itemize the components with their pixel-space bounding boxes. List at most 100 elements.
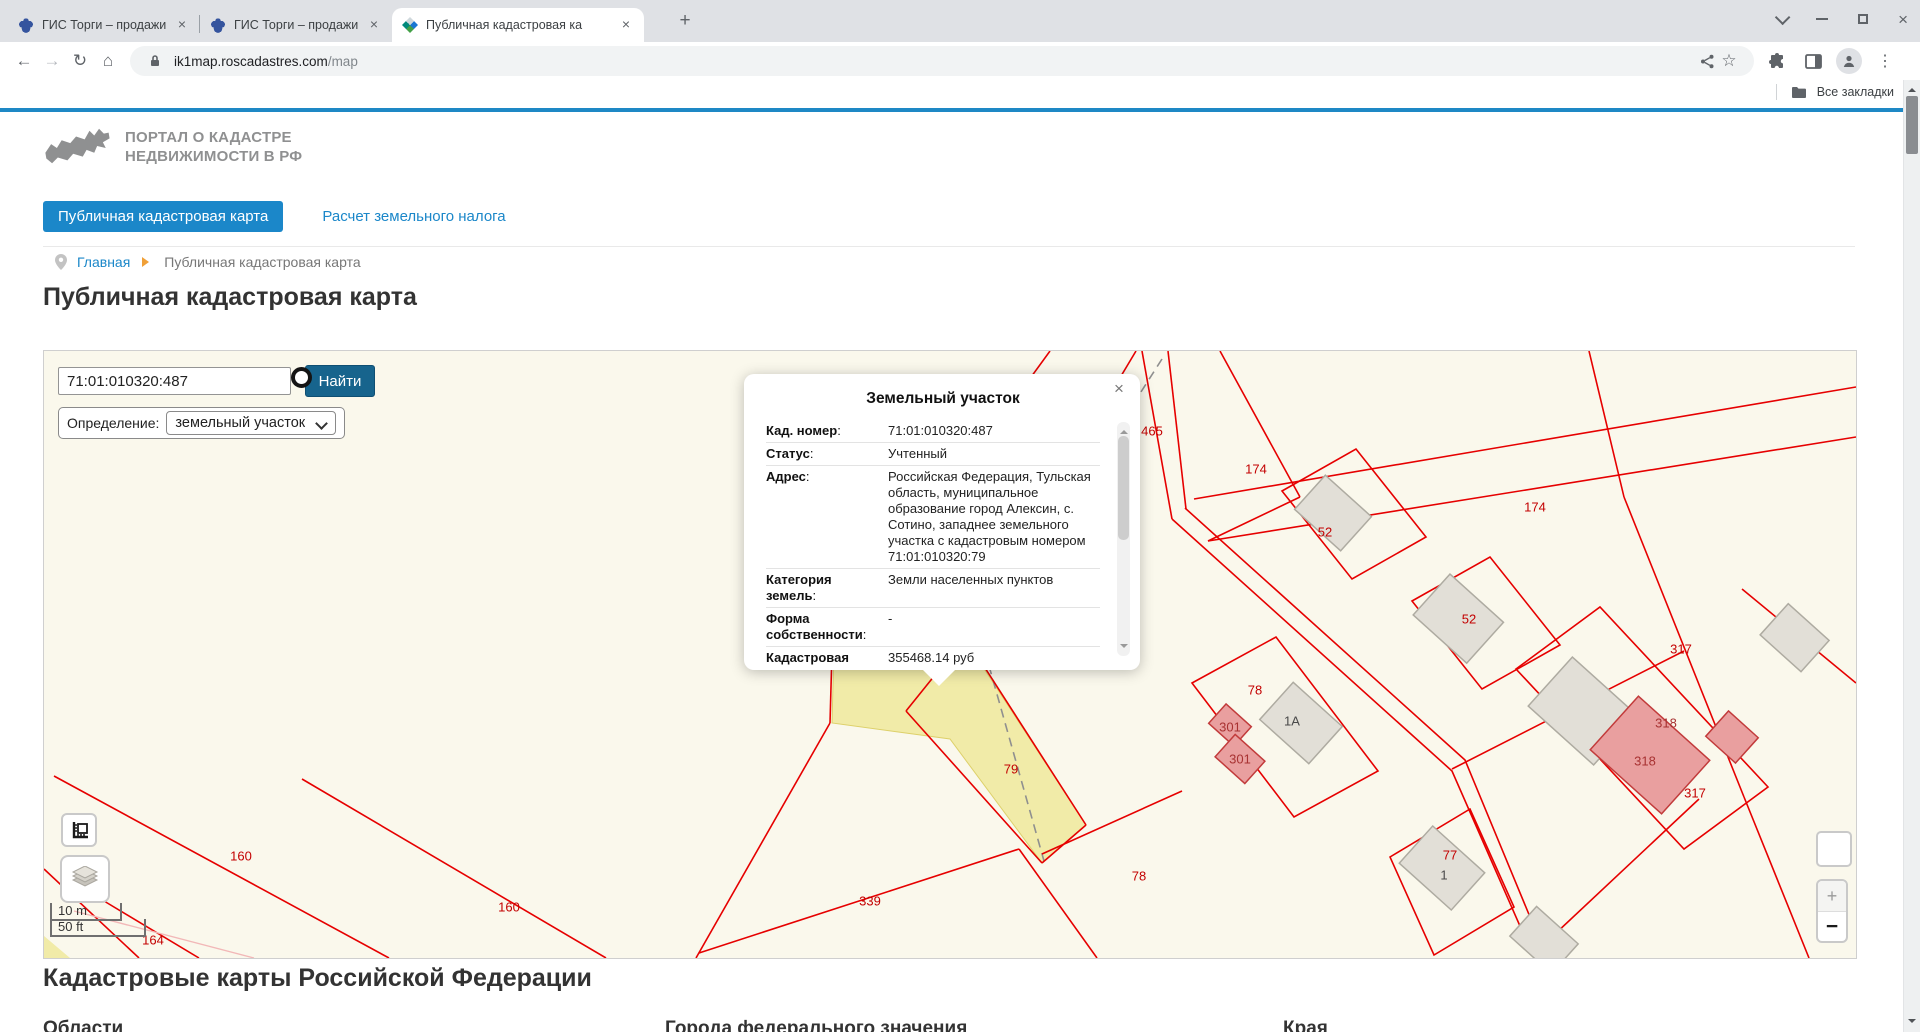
popup-scrollbar[interactable] bbox=[1117, 422, 1130, 656]
scroll-down-arrow-icon[interactable] bbox=[1908, 1019, 1916, 1027]
fullscreen-button[interactable] bbox=[1816, 831, 1852, 867]
window-minimize-button[interactable] bbox=[1816, 18, 1828, 20]
popup-row-value: - bbox=[878, 611, 1100, 643]
bookmarks-separator bbox=[1776, 84, 1777, 100]
lock-icon[interactable] bbox=[144, 50, 166, 72]
browser-tabs: ГИС Торги – продажи госуд ГИС Торги – пр… bbox=[8, 8, 644, 42]
popup-row-label: Кадастровая стоимость bbox=[766, 650, 878, 666]
browser-tab[interactable]: ГИС Торги – продажи госуд bbox=[8, 8, 200, 42]
footer-column-header[interactable]: Области bbox=[43, 1018, 665, 1032]
popup-row-label: Кад. номер bbox=[766, 423, 878, 439]
map-search: Найти bbox=[58, 365, 375, 397]
russia-map-logo-icon bbox=[43, 124, 111, 170]
bookmark-star-icon[interactable] bbox=[1718, 50, 1740, 72]
popup-scroll-down-icon[interactable] bbox=[1120, 644, 1128, 652]
buildings-gray bbox=[1260, 475, 1829, 958]
tab-close-icon[interactable] bbox=[174, 17, 190, 33]
site-nav: Публичная кадастровая карта Расчет земел… bbox=[43, 201, 521, 232]
tab-favicon bbox=[18, 17, 34, 33]
definition-select[interactable]: земельный участок bbox=[166, 411, 336, 435]
selected-parcel-highlight bbox=[832, 641, 1086, 863]
popup-row-label: Адрес bbox=[766, 469, 878, 565]
all-bookmarks-label: Все закладки bbox=[1817, 85, 1894, 99]
tab-favicon bbox=[210, 17, 226, 33]
tab-title: ГИС Торги – продажи госуд bbox=[234, 18, 358, 32]
tab-close-icon[interactable] bbox=[366, 17, 382, 33]
popup-scroll-up-icon[interactable] bbox=[1120, 426, 1128, 434]
definition-control: Определение: земельный участок bbox=[58, 407, 345, 439]
page-scrollbar[interactable] bbox=[1903, 80, 1920, 1032]
cadastral-number-input[interactable] bbox=[58, 367, 291, 395]
reload-button[interactable]: ↻ bbox=[66, 47, 94, 75]
profile-avatar[interactable] bbox=[1836, 48, 1862, 74]
window-maximize-button[interactable] bbox=[1858, 14, 1868, 24]
corner-parcel-highlight bbox=[44, 936, 70, 958]
forward-button[interactable]: → bbox=[38, 47, 66, 75]
nav-tab[interactable]: Расчет земельного налога bbox=[307, 201, 520, 232]
popup-row-label: Форма собственности bbox=[766, 611, 878, 643]
all-bookmarks-button[interactable]: Все закладки bbox=[1776, 84, 1894, 100]
tab-close-icon[interactable] bbox=[618, 17, 634, 33]
tab-title: Публичная кадастровая ка bbox=[426, 18, 610, 32]
popup-row: Форма собственности - bbox=[766, 608, 1100, 647]
divider bbox=[43, 246, 1855, 247]
footer-heading: Кадастровые карты Российской Федерации bbox=[43, 964, 592, 993]
folder-icon bbox=[1791, 86, 1807, 99]
share-icon[interactable] bbox=[1696, 50, 1718, 72]
browser-tab[interactable]: ГИС Торги – продажи госуд bbox=[200, 8, 392, 42]
home-button[interactable]: ⌂ bbox=[94, 47, 122, 75]
popup-title: Земельный участок bbox=[766, 390, 1120, 408]
footer-column-header[interactable]: Края bbox=[1283, 1018, 1328, 1032]
popup-row: Адрес Российская Федерация, Тульская обл… bbox=[766, 466, 1100, 569]
tab-title: ГИС Торги – продажи госуд bbox=[42, 18, 166, 32]
breadcrumb: Главная Публичная кадастровая карта bbox=[55, 254, 361, 270]
measure-tool-button[interactable] bbox=[61, 813, 97, 847]
chevron-down-icon bbox=[315, 417, 328, 430]
breadcrumb-current: Публичная кадастровая карта bbox=[164, 254, 360, 270]
address-bar[interactable]: ik1map.roscadastres.com/map bbox=[130, 46, 1754, 76]
site-top-accent-bar bbox=[0, 108, 1920, 112]
breadcrumb-arrow-icon bbox=[142, 257, 154, 267]
ruler-icon bbox=[69, 821, 89, 839]
browser-tab[interactable]: Публичная кадастровая ка bbox=[392, 8, 644, 42]
zoom-out-button[interactable] bbox=[1818, 912, 1846, 941]
url-text: ik1map.roscadastres.com/map bbox=[174, 54, 358, 69]
search-button[interactable]: Найти bbox=[305, 365, 375, 397]
popup-attribute-table: Кад. номер 71:01:010320:487 Статус Учтен… bbox=[766, 420, 1100, 666]
zoom-in-button[interactable] bbox=[1818, 881, 1846, 912]
definition-label: Определение: bbox=[67, 415, 159, 431]
popup-pointer-tail bbox=[922, 669, 956, 686]
cadastral-map[interactable]: 465 174 174 52 52 317 78 1А 301 301 79 bbox=[43, 350, 1857, 959]
new-tab-button[interactable] bbox=[672, 8, 698, 34]
window-close-button[interactable] bbox=[1898, 11, 1908, 28]
layers-button[interactable] bbox=[60, 855, 110, 903]
scroll-up-arrow-icon[interactable] bbox=[1908, 84, 1916, 92]
layers-icon bbox=[71, 866, 99, 892]
popup-row-value: 355468.14 руб bbox=[878, 650, 1100, 666]
back-button[interactable]: ← bbox=[10, 47, 38, 75]
parcel-info-popup: Земельный участок Кад. номер 71:01:01032… bbox=[744, 374, 1140, 670]
busy-cursor-icon bbox=[291, 367, 312, 388]
popup-row-value: Земли населенных пунктов bbox=[878, 572, 1100, 604]
footer-column-header[interactable]: Города федерального значения bbox=[665, 1018, 1283, 1032]
popup-close-icon[interactable] bbox=[1110, 380, 1128, 398]
side-panel-icon[interactable] bbox=[1800, 48, 1826, 74]
popup-row: Кад. номер 71:01:010320:487 bbox=[766, 420, 1100, 443]
browser-menu-icon[interactable] bbox=[1872, 48, 1898, 74]
scrollbar-thumb[interactable] bbox=[1906, 96, 1918, 154]
map-scale-control: 10 m 50 ft bbox=[50, 903, 146, 937]
popup-row-label: Категория земель bbox=[766, 572, 878, 604]
extensions-icon[interactable] bbox=[1764, 48, 1790, 74]
nav-tab[interactable]: Публичная кадастровая карта bbox=[43, 201, 283, 232]
tab-favicon bbox=[402, 17, 418, 33]
site-logo-text: ПОРТАЛ О КАДАСТРЕ НЕДВИЖИМОСТИ В РФ bbox=[125, 128, 302, 166]
popup-row: Кадастровая стоимость 355468.14 руб bbox=[766, 647, 1100, 666]
scale-imperial: 50 ft bbox=[50, 919, 146, 937]
popup-row: Статус Учтенный bbox=[766, 443, 1100, 466]
popup-scrollbar-thumb[interactable] bbox=[1118, 436, 1129, 540]
breadcrumb-home-link[interactable]: Главная bbox=[77, 254, 130, 270]
tab-search-chevron-icon[interactable] bbox=[1775, 9, 1791, 25]
browser-toolbar: ← → ↻ ⌂ ik1map.roscadastres.com/map bbox=[0, 42, 1920, 80]
popup-row-label: Статус bbox=[766, 446, 878, 462]
footer-columns: Области Города федерального значения Кра… bbox=[43, 1018, 1855, 1032]
